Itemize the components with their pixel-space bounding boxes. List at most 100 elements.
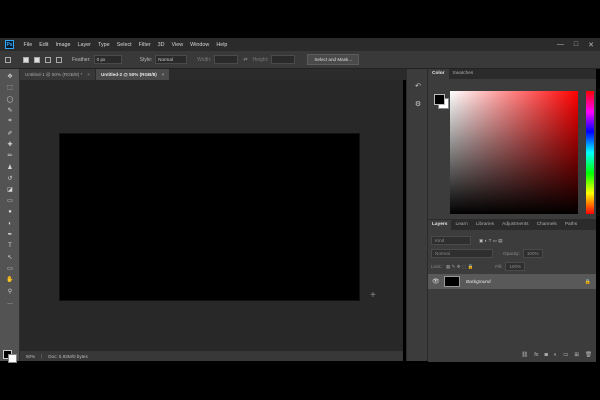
new-selection-icon[interactable] xyxy=(23,56,29,63)
menu-window[interactable]: Window xyxy=(187,42,213,48)
layer-row-background[interactable]: 👁 Background 🔒 xyxy=(428,274,596,289)
style-select[interactable]: Normal xyxy=(155,55,188,64)
menu-edit[interactable]: Edit xyxy=(36,42,52,48)
link-layers-icon[interactable]: ⛓ xyxy=(521,352,528,358)
hand-icon[interactable]: ✋ xyxy=(0,274,20,285)
select-and-mask-button[interactable]: Select and Mask... xyxy=(307,54,360,65)
lasso-icon[interactable]: ◯ xyxy=(0,94,20,105)
opacity-input[interactable]: 100% xyxy=(522,249,543,258)
opacity-label: Opacity: xyxy=(503,251,520,256)
delete-layer-icon[interactable]: 🗑 xyxy=(585,352,592,358)
menu-type[interactable]: Type xyxy=(94,42,113,48)
layers-panel-tabs: Layers Learn Libraries Adjustments Chann… xyxy=(428,220,596,230)
document-tabs: Untitled-1 @ 50% (RGB/8) * × Untitled-2 @… xyxy=(20,69,406,80)
blend-mode-select[interactable]: Normal xyxy=(431,249,493,258)
tab-swatches[interactable]: Swatches xyxy=(449,69,478,79)
minimize-icon[interactable]: — xyxy=(557,41,564,48)
stamp-icon[interactable]: ♟ xyxy=(0,161,20,172)
width-label: Width: xyxy=(197,56,212,63)
tab-color[interactable]: Color xyxy=(428,69,449,79)
status-bar: 50% Doc: 5.93M/0 bytes xyxy=(20,351,403,361)
height-input[interactable] xyxy=(271,55,296,64)
blur-icon[interactable]: ● xyxy=(0,207,20,218)
document-size: Doc: 5.93M/0 bytes xyxy=(48,353,88,359)
tab-adjustments[interactable]: Adjustments xyxy=(498,220,532,230)
lock-label: Lock: xyxy=(431,264,442,269)
zoom-icon[interactable]: ⚲ xyxy=(0,286,20,297)
history-panel-icon[interactable]: ↶ xyxy=(407,77,429,95)
quick-select-icon[interactable]: ✎ xyxy=(0,105,20,116)
path-select-icon[interactable]: ↖ xyxy=(0,252,20,263)
crosshair-cursor-icon: + xyxy=(370,290,376,301)
fill-label: Fill: xyxy=(495,264,503,269)
tab-paths[interactable]: Paths xyxy=(561,220,581,230)
adjustment-layer-icon[interactable]: ◐ xyxy=(554,352,557,358)
new-layer-icon[interactable]: ⊞ xyxy=(574,352,579,358)
foreground-swatch[interactable] xyxy=(434,94,445,105)
eyedropper-icon[interactable]: ✐ xyxy=(0,127,20,138)
feather-input[interactable]: 0 px xyxy=(93,55,122,64)
tab-layers[interactable]: Layers xyxy=(428,220,452,230)
add-mask-icon[interactable]: ◙ xyxy=(545,352,548,358)
tab-untitled-1[interactable]: Untitled-1 @ 50% (RGB/8) * × xyxy=(20,69,95,80)
menu-help[interactable]: Help xyxy=(213,42,231,48)
type-icon[interactable]: T xyxy=(0,240,20,251)
close-tab-icon[interactable]: × xyxy=(87,72,90,77)
menu-filter[interactable]: Filter xyxy=(135,42,154,48)
shape-icon[interactable]: ▭ xyxy=(0,263,20,274)
gradient-icon[interactable]: ▭ xyxy=(0,195,20,206)
photoshop-logo[interactable]: Ps xyxy=(5,40,14,49)
close-icon[interactable]: ✕ xyxy=(588,41,594,49)
menu-file[interactable]: File xyxy=(20,42,36,48)
healing-icon[interactable]: ✚ xyxy=(0,139,20,150)
pen-icon[interactable]: ✒ xyxy=(0,229,20,240)
color-panel-tabs: Color Swatches xyxy=(428,69,596,79)
eraser-icon[interactable]: ◪ xyxy=(0,184,20,195)
menu-image[interactable]: Image xyxy=(52,42,74,48)
brush-icon[interactable]: ✏ xyxy=(0,150,20,161)
tab-untitled-2[interactable]: Untitled-2 @ 50% (RGB/8) × xyxy=(95,69,170,80)
layers-panel: Layers Learn Libraries Adjustments Chann… xyxy=(428,219,596,362)
swap-icon[interactable]: ⇄ xyxy=(243,57,247,63)
menu-layer[interactable]: Layer xyxy=(74,42,95,48)
fill-input[interactable]: 100% xyxy=(505,262,526,271)
visibility-eye-icon[interactable]: 👁 xyxy=(432,278,440,285)
more-icon[interactable]: … xyxy=(0,297,20,308)
feather-label: Feather: xyxy=(72,56,91,63)
properties-panel-icon[interactable]: ⚙ xyxy=(407,95,429,113)
tab-learn[interactable]: Learn xyxy=(451,220,471,230)
layer-filter-select[interactable]: Kind xyxy=(431,236,471,245)
history-brush-icon[interactable]: ↺ xyxy=(0,173,20,184)
dodge-icon[interactable]: ◐ xyxy=(0,218,20,229)
new-group-icon[interactable]: ▭ xyxy=(563,352,568,358)
width-input[interactable] xyxy=(214,55,239,64)
layer-style-icon[interactable]: fx xyxy=(534,352,538,358)
style-label: Style: xyxy=(139,56,153,63)
marquee-icon[interactable]: ⬚ xyxy=(0,82,20,93)
close-tab-icon[interactable]: × xyxy=(162,72,165,77)
marquee-options-icon[interactable] xyxy=(5,56,11,63)
menu-3d[interactable]: 3D xyxy=(154,42,168,48)
menu-select[interactable]: Select xyxy=(113,42,135,48)
filter-icons[interactable]: ▣ ◐ T ▭ ▤ xyxy=(479,238,503,244)
zoom-level[interactable]: 50% xyxy=(20,353,43,359)
menu-items: File Edit Image Layer Type Select Filter… xyxy=(20,42,231,48)
subtract-selection-icon[interactable] xyxy=(45,56,51,63)
color-picker-field[interactable] xyxy=(450,91,578,214)
intersect-selection-icon[interactable] xyxy=(56,56,62,63)
add-selection-icon[interactable] xyxy=(34,56,40,63)
tab-label: Untitled-2 @ 50% (RGB/8) xyxy=(100,72,157,77)
menu-view[interactable]: View xyxy=(168,42,187,48)
tab-channels[interactable]: Channels xyxy=(533,220,561,230)
hue-slider[interactable] xyxy=(586,91,594,214)
maximize-icon[interactable]: □ xyxy=(574,41,578,48)
lock-icons[interactable]: ▦ ✎ ✥ ⬚ 🔒 xyxy=(446,264,473,270)
tab-libraries[interactable]: Libraries xyxy=(472,220,498,230)
tools-panel: ✥ ⬚ ◯ ✎ ⌗ ✐ ✚ ✏ ♟ ↺ ◪ ▭ ● ◐ ✒ T ↖ ▭ ✋ ⚲… xyxy=(0,69,20,361)
background-color-chip[interactable] xyxy=(8,354,17,363)
document-canvas[interactable] xyxy=(59,133,360,301)
height-label: Height: xyxy=(252,56,269,63)
options-bar: Feather: 0 px Style: Normal Width: ⇄ Hei… xyxy=(0,51,600,69)
move-icon[interactable]: ✥ xyxy=(0,71,20,82)
crop-icon[interactable]: ⌗ xyxy=(0,116,20,127)
